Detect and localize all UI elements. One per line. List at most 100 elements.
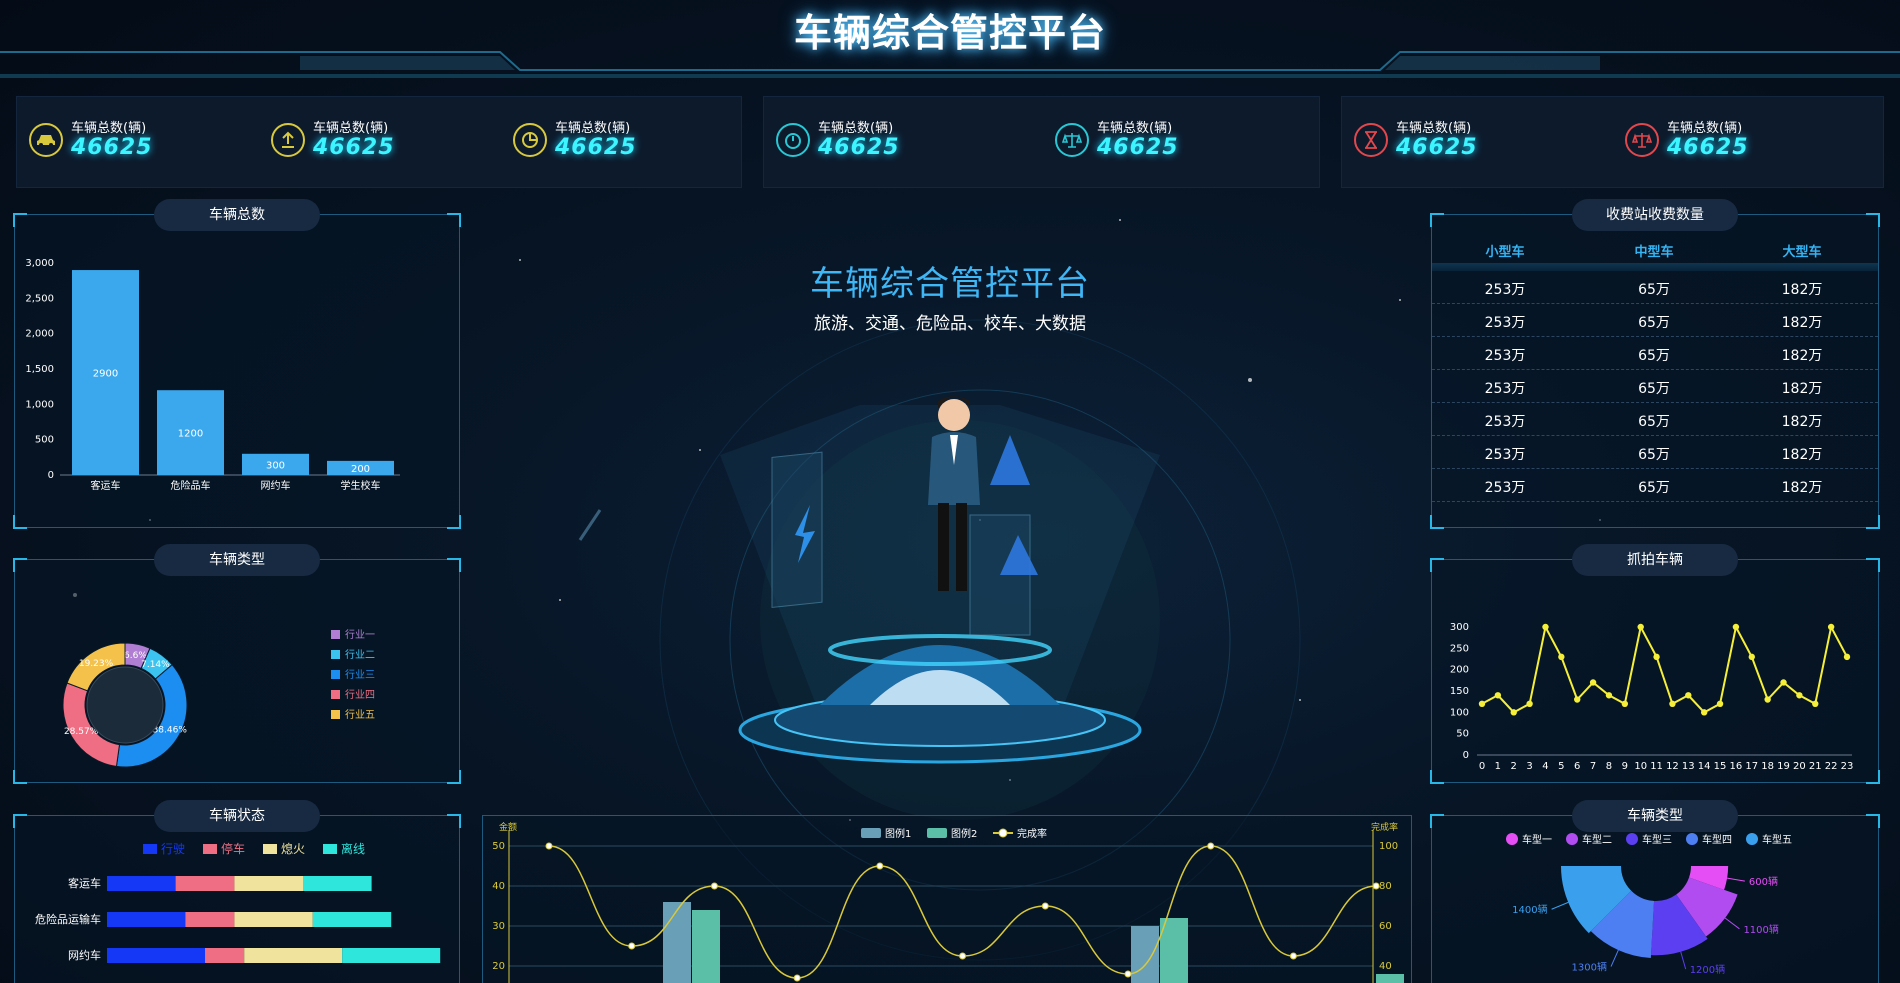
legend-label: 行业四 — [345, 688, 375, 701]
panel-capture: 抓拍车辆 0 50 100 150 200 250 300 0 1 2 3 4 5 6 7 8 9 10 11 12 1… — [1430, 544, 1880, 784]
legend-label: 车型四 — [1702, 833, 1732, 846]
data-point — [1700, 709, 1708, 716]
table-cell: 65万 — [1638, 282, 1670, 298]
table-row: 253万 65万 182万 — [1432, 436, 1878, 469]
stat-label: 车辆总数(辆) — [1396, 121, 1472, 136]
donut-center — [86, 666, 164, 744]
legend-label: 行驶 — [161, 841, 185, 856]
bar — [1160, 918, 1188, 983]
data-point — [1372, 882, 1380, 890]
header: 车辆综合管控平台 — [0, 0, 1900, 84]
y2-tick-label: 80 — [1379, 881, 1392, 892]
table-row: 253万 65万 182万 — [1432, 403, 1878, 436]
center-title: 车辆综合管控平台 — [810, 264, 1090, 304]
x-tick-label: 20 — [1793, 761, 1806, 772]
legend-swatch — [143, 844, 157, 854]
center-subtitle: 旅游、交通、危险品、校车、大数据 — [814, 314, 1086, 334]
table-cell: 182万 — [1781, 348, 1823, 364]
x-tick-label: 17 — [1745, 761, 1758, 772]
stat-group-1: 车辆总数(辆) 46625 车辆总数(辆) 46625 车辆总数(辆) 4662… — [16, 96, 742, 188]
stat-label: 车辆总数(辆) — [313, 121, 389, 136]
label-line — [1610, 949, 1619, 967]
stat-value: 46625 — [313, 135, 395, 160]
data-point — [959, 952, 967, 960]
vehicle-type-donut-chart: 6.6%7.14%38.46%28.57%19.23%行业一行业二行业三行业四行… — [62, 628, 375, 768]
y2-tick-label: 40 — [1379, 961, 1392, 972]
data-point — [1732, 623, 1740, 631]
table-cell: 65万 — [1638, 447, 1670, 463]
stat-group-3: 车辆总数(辆) 46625 车辆总数(辆) 46625 — [1341, 96, 1884, 188]
vehicle-model-rose-chart: 车型一 车型二 车型三 车型四 车型五 600辆 1100辆 1200辆 1300辆 1400辆 — [1506, 833, 1792, 976]
hourglass-icon — [1354, 123, 1388, 157]
data-point — [1843, 653, 1851, 661]
panel-vehicle-type: 车辆类型 6.6% 7.14% 38.46% 28.57% 19.23% 行业一 行业二 行业… — [13, 544, 461, 784]
legend-marker — [998, 828, 1008, 838]
data-point — [1494, 692, 1502, 699]
column-header: 小型车 — [1485, 245, 1525, 260]
legend-label: 离线 — [341, 841, 365, 856]
x-tick-label: 4 — [1542, 761, 1548, 772]
legend-swatch — [203, 844, 217, 854]
vehicle-status-bar-chart: 行驶 停车 熄火 离线客运车危险品运输车网约车 — [35, 841, 441, 963]
x-tick-label: 21 — [1809, 761, 1822, 772]
panel-vehicle-model: 车辆类型 车型一 车型二 车型三 车型四 车型五 600辆 1100辆 1200辆 1300辆 1… — [1430, 800, 1880, 983]
label-line — [1724, 917, 1740, 930]
table-cell: 182万 — [1781, 480, 1823, 496]
legend-swatch — [861, 828, 881, 838]
legend-marker — [1746, 833, 1758, 845]
y-tick-label: 30 — [492, 921, 505, 932]
data-point — [1764, 696, 1771, 703]
y-tick-label: 危险品运输车 — [35, 912, 101, 926]
y-tick-label: 40 — [492, 881, 505, 892]
y-tick-label: 50 — [1456, 729, 1469, 740]
x-tick-label: 2 — [1511, 761, 1517, 772]
label-line — [1680, 951, 1687, 970]
label-line — [1551, 901, 1569, 910]
legend-label: 图例1 — [885, 827, 911, 840]
data-point — [1289, 952, 1297, 960]
x-tick-label: 7 — [1590, 761, 1596, 772]
bar-segment — [185, 912, 235, 927]
x-tick-label: 19 — [1777, 761, 1790, 772]
x-tick-label: 18 — [1761, 761, 1774, 772]
column-header: 中型车 — [1634, 245, 1674, 260]
data-point — [1542, 623, 1549, 631]
data-point — [793, 974, 801, 982]
data-point — [1748, 653, 1755, 661]
bar — [663, 902, 691, 983]
y-tick-label: 200 — [1450, 665, 1469, 676]
legend-marker — [1686, 833, 1698, 845]
legend-marker — [1566, 833, 1578, 845]
x-tick-label: 15 — [1714, 761, 1727, 772]
slice-label: 1400辆 — [1512, 903, 1547, 916]
x-tick-label: 1 — [1495, 761, 1501, 772]
data-point — [1780, 679, 1787, 686]
table-cell: 65万 — [1638, 480, 1670, 496]
bar-segment — [244, 948, 343, 963]
slice-label: 28.57% — [64, 727, 99, 737]
timer-icon — [776, 123, 810, 157]
legend-label: 图例2 — [951, 827, 977, 840]
x-tick-label: 14 — [1698, 761, 1711, 772]
legend-marker — [1626, 833, 1638, 845]
x-tick-label: 8 — [1606, 761, 1612, 772]
y-tick-label: 2,500 — [25, 293, 54, 304]
bar-segment — [107, 876, 176, 891]
data-point — [1574, 696, 1581, 703]
x-tick-label: 9 — [1622, 761, 1628, 772]
stat-value: 46625 — [1667, 135, 1749, 160]
y-tick-label: 300 — [1450, 622, 1469, 633]
stat-value: 46625 — [555, 135, 637, 160]
panel-vehicle-status: 车辆状态 行驶 停车 熄火 离线 客运车 危险品运输车 网约车 — [13, 800, 461, 983]
stat-label: 车辆总数(辆) — [555, 121, 631, 136]
panel-toll: 收费站收费数量 小型车 中型车 大型车 253万 65万 182万 253万 6… — [1430, 199, 1880, 529]
slice-label: 600辆 — [1749, 875, 1778, 888]
data-point — [545, 842, 553, 850]
upload-icon — [271, 123, 305, 157]
slice-label: 7.14% — [141, 660, 170, 670]
table-cell: 253万 — [1484, 282, 1526, 298]
scale-icon — [1055, 123, 1089, 157]
bar-segment — [175, 876, 235, 891]
y-tick-label: 3,000 — [25, 258, 54, 269]
slice-label: 1300辆 — [1572, 961, 1607, 974]
